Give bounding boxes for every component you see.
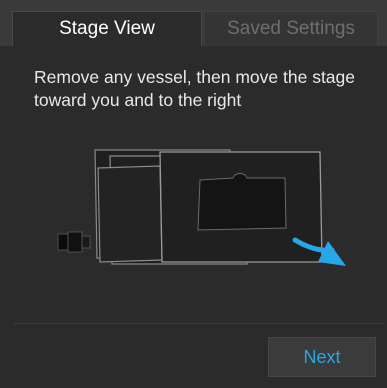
tab-saved-settings[interactable]: Saved Settings — [204, 11, 378, 46]
next-button[interactable]: Next — [268, 337, 376, 377]
tab-bar: Stage View Saved Settings — [0, 0, 387, 46]
stage-knob-shaft — [81, 235, 91, 249]
stage-base-block — [97, 165, 163, 263]
instruction-text: Remove any vessel, then move the stage t… — [34, 67, 356, 110]
stage-view-panel: Stage View Saved Settings Remove any ves… — [0, 0, 387, 388]
stage-knob-outer — [57, 233, 69, 251]
stage-opening — [197, 173, 287, 231]
stage-illustration — [57, 149, 346, 266]
tab-stage-view[interactable]: Stage View — [12, 11, 202, 46]
stage-knob-inner — [67, 231, 83, 253]
